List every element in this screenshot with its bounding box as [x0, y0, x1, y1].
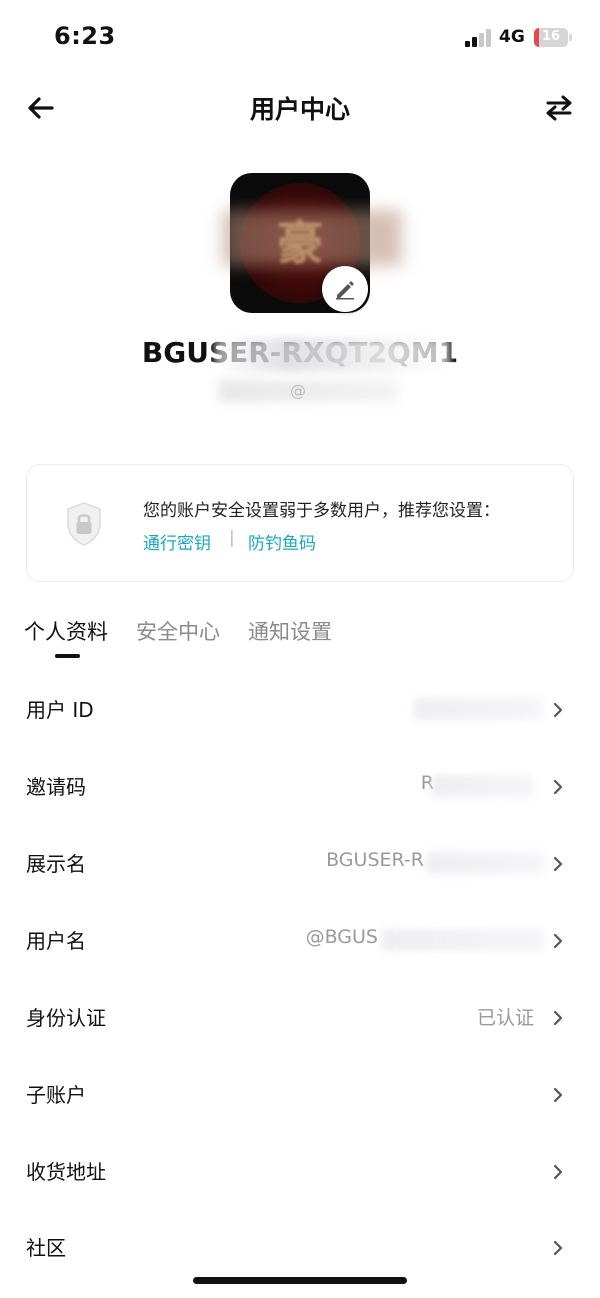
- status-time: 6:23: [54, 22, 116, 50]
- value-blur-mask: [432, 775, 534, 797]
- row-label: 收货地址: [26, 1160, 106, 1184]
- chevron-right-icon: [553, 779, 563, 795]
- row-shipping-address[interactable]: 收货地址: [0, 1138, 600, 1208]
- row-label: 展示名: [26, 852, 86, 876]
- row-value: @BGUS: [305, 926, 378, 948]
- chevron-right-icon: [553, 1010, 563, 1026]
- page-title: 用户中心: [249, 95, 350, 124]
- security-warning-text: 您的账户安全设置弱于多数用户，推荐您设置：: [143, 501, 500, 521]
- row-label: 社区: [26, 1236, 66, 1260]
- value-blur-mask: [382, 929, 544, 951]
- security-suggestion-card: [26, 464, 574, 582]
- battery-tip: [569, 34, 572, 41]
- row-display-name[interactable]: 展示名 BGUSER-R: [0, 830, 600, 900]
- display-name-blur-mask: [215, 338, 450, 372]
- status-bar: 6:23 4G 16: [0, 0, 600, 70]
- swap-arrows-icon[interactable]: [542, 92, 576, 124]
- home-indicator[interactable]: [193, 1277, 407, 1284]
- row-label: 用户名: [26, 929, 86, 953]
- row-user-id[interactable]: 用户 ID: [0, 676, 600, 746]
- tab-security-center[interactable]: 安全中心: [136, 616, 220, 646]
- shield-lock-icon: [64, 500, 104, 548]
- row-label: 身份认证: [26, 1006, 106, 1030]
- email-text: @: [290, 381, 306, 400]
- row-value: BGUSER-R: [326, 849, 424, 871]
- row-community[interactable]: 社区: [0, 1214, 600, 1284]
- passkey-link[interactable]: 通行密钥: [143, 529, 211, 554]
- chevron-right-icon: [553, 1240, 563, 1256]
- battery-icon: 16: [534, 28, 568, 47]
- chevron-right-icon: [553, 1164, 563, 1180]
- chevron-right-icon: [553, 702, 563, 718]
- chevron-right-icon: [553, 1087, 563, 1103]
- row-identity-verification[interactable]: 身份认证 已认证: [0, 984, 600, 1054]
- signal-icon: [465, 29, 493, 47]
- battery-percent: 16: [541, 29, 561, 44]
- tab-personal-info[interactable]: 个人资料: [24, 616, 108, 646]
- active-tab-indicator: [55, 654, 80, 658]
- edit-avatar-button[interactable]: [322, 266, 368, 312]
- chevron-right-icon: [553, 933, 563, 949]
- email-blur-mask: [218, 380, 398, 402]
- tab-notification-settings[interactable]: 通知设置: [248, 616, 332, 646]
- row-label: 子账户: [26, 1083, 86, 1107]
- user-center-screen: 6:23 4G 16 用户中心 豪: [0, 0, 600, 1298]
- row-username[interactable]: 用户名 @BGUS: [0, 907, 600, 977]
- avatar-blur-mask: [222, 210, 402, 266]
- anti-phishing-code-link[interactable]: 防钓鱼码: [248, 529, 316, 554]
- link-separator: |: [229, 528, 235, 548]
- value-blur-mask: [414, 698, 542, 720]
- verification-status: 已认证: [476, 1007, 534, 1029]
- value-blur-mask: [426, 852, 544, 874]
- network-type: 4G: [499, 27, 525, 47]
- chevron-right-icon: [553, 856, 563, 872]
- row-invite-code[interactable]: 邀请码 R: [0, 753, 600, 823]
- pencil-icon: [336, 281, 354, 300]
- row-sub-accounts[interactable]: 子账户: [0, 1061, 600, 1131]
- row-label: 邀请码: [26, 775, 86, 799]
- row-label: 用户 ID: [26, 698, 94, 722]
